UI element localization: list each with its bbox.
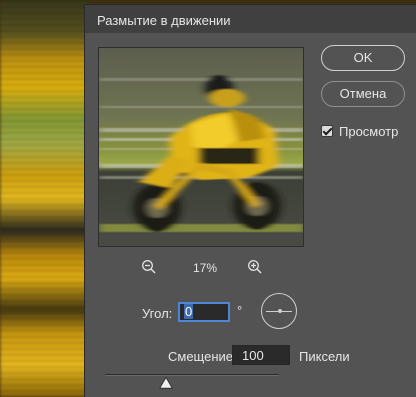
angle-label: Угол: <box>142 306 173 321</box>
zoom-in-icon[interactable] <box>247 259 263 275</box>
distance-row: Смещение: 100 Пиксели <box>85 345 415 367</box>
dialog-titlebar[interactable]: Размытие в движении <box>85 5 416 33</box>
preview-toggle-label: Просмотр <box>339 123 399 139</box>
dialog-title: Размытие в движении <box>97 13 231 28</box>
degree-symbol: ° <box>237 303 243 318</box>
background-blurred-photo <box>0 0 90 397</box>
preview-checkbox[interactable] <box>321 125 333 137</box>
distance-slider-thumb[interactable] <box>159 377 173 389</box>
distance-unit: Пиксели <box>299 349 350 364</box>
angle-value: 0 <box>184 304 194 319</box>
preview-toggle[interactable]: Просмотр <box>321 123 398 139</box>
cancel-button[interactable]: Отмена <box>321 81 405 107</box>
angle-dial-icon[interactable] <box>261 293 297 329</box>
ok-button[interactable]: OK <box>321 45 405 71</box>
distance-slider-track[interactable] <box>105 374 279 376</box>
motion-blur-dialog: Размытие в движении OK Отмена Просмотр 1… <box>84 4 416 397</box>
preview-image <box>99 48 303 246</box>
distance-input[interactable]: 100 <box>232 345 290 365</box>
distance-label: Смещение: <box>168 349 237 364</box>
angle-input[interactable]: 0 <box>178 302 230 322</box>
zoom-level-readout: 17% <box>192 261 218 275</box>
zoom-controls: 17% <box>85 259 325 277</box>
zoom-out-icon[interactable] <box>141 259 157 275</box>
angle-dial-center <box>278 309 282 313</box>
filter-preview[interactable] <box>98 47 304 247</box>
